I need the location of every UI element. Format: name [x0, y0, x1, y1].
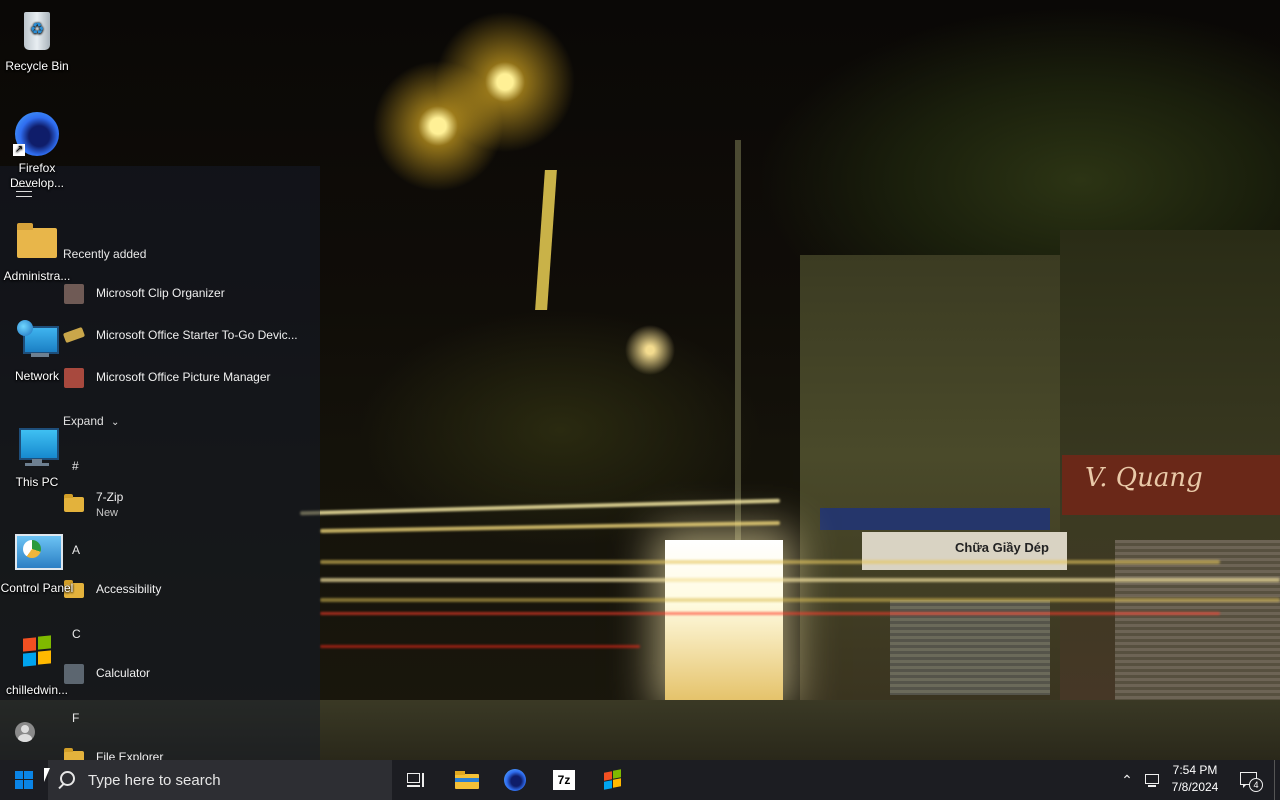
- light-trail: [300, 498, 780, 516]
- chevron-up-icon: ⌃: [1121, 771, 1133, 788]
- desktop-icon-label: chilledwin...: [5, 683, 69, 697]
- desktop-icon-this-pc[interactable]: This PC: [0, 424, 74, 490]
- start-item-label: Microsoft Office Picture Manager: [96, 370, 271, 384]
- firefox-developer-icon: ↗: [13, 110, 61, 158]
- network-tray-button[interactable]: [1140, 760, 1162, 800]
- file-explorer-icon: [455, 771, 479, 789]
- show-hidden-icons-button[interactable]: ⌃: [1116, 760, 1138, 800]
- shop-banner: [820, 508, 1050, 530]
- light-trail: [320, 578, 1280, 582]
- taskbar-clock[interactable]: 7:54 PM 7/8/2024: [1160, 762, 1230, 796]
- light-trail: [320, 560, 1220, 564]
- start-item-accessibility[interactable]: Accessibility: [60, 570, 310, 610]
- desktop-icon-label: This PC: [15, 475, 59, 489]
- light-trail: [320, 612, 1220, 615]
- task-view-button[interactable]: [396, 760, 436, 800]
- start-item-label: Microsoft Office Starter To-Go Devic...: [96, 328, 298, 342]
- light-trail: [320, 598, 1280, 602]
- 7zip-icon: 7z: [553, 770, 575, 790]
- folder-icon: [13, 218, 61, 266]
- recently-added-heading: Recently added: [63, 247, 147, 261]
- lit-kiosk: [665, 540, 783, 700]
- 7zip-taskbar-button[interactable]: 7z: [543, 760, 585, 800]
- section-letter[interactable]: F: [72, 711, 79, 725]
- search-placeholder[interactable]: Type here to search: [88, 772, 221, 789]
- shop-shutter: [1115, 540, 1280, 700]
- mouse-cursor-icon: [44, 768, 50, 782]
- start-button[interactable]: [0, 760, 48, 800]
- task-view-icon: [407, 773, 425, 787]
- desktop-icon-label: Firefox Develop...: [9, 161, 65, 190]
- shop-banner-text: Chữa Giầy Dép: [955, 540, 1049, 555]
- start-item-picture-manager[interactable]: Microsoft Office Picture Manager: [60, 358, 310, 398]
- start-item-7zip[interactable]: 7-Zip New: [60, 484, 310, 524]
- new-badge: New: [96, 507, 119, 519]
- desktop-icon-label: Administra...: [3, 269, 71, 283]
- network-tray-icon: [1143, 773, 1159, 787]
- desktop-icon-chilledwindows[interactable]: chilledwin...: [0, 632, 74, 698]
- file-explorer-taskbar-button[interactable]: [446, 760, 488, 800]
- network-icon: [13, 318, 61, 366]
- start-item-file-explorer[interactable]: File Explorer: [60, 738, 310, 760]
- windows-flag-icon: [602, 769, 624, 791]
- windows-logo-icon: [13, 632, 61, 680]
- start-item-label: 7-Zip: [96, 490, 124, 504]
- desktop-icon-network[interactable]: Network: [0, 318, 74, 384]
- clock-date: 7/8/2024: [1171, 780, 1219, 794]
- desktop-icon-label: Recycle Bin: [5, 59, 69, 73]
- clip-organizer-icon: [64, 284, 84, 304]
- shortcut-arrow-icon: ↗: [13, 144, 25, 156]
- start-item-label: Accessibility: [96, 582, 162, 596]
- street-lamp-pole: [535, 170, 557, 310]
- desktop-icon-control-panel[interactable]: Control Panel: [0, 530, 74, 596]
- action-center-button[interactable]: 4: [1234, 760, 1264, 800]
- start-item-office-starter[interactable]: Microsoft Office Starter To-Go Devic...: [60, 316, 310, 356]
- control-panel-icon: [13, 530, 63, 578]
- desktop-icon-label: Network: [14, 369, 59, 383]
- folder-icon: [64, 748, 84, 760]
- notification-icon: 4: [1240, 772, 1263, 792]
- chevron-down-icon: ⌄: [111, 417, 120, 428]
- shop-sign-text: V. Quang: [1085, 463, 1203, 493]
- windows-start-icon: [15, 771, 33, 789]
- desktop-icon-label: Control Panel: [0, 581, 74, 595]
- recycle-bin-icon: ♻: [13, 8, 61, 56]
- start-item-label: Calculator: [96, 666, 151, 680]
- firefox-taskbar-button[interactable]: [494, 760, 536, 800]
- windows-app-taskbar-button[interactable]: [592, 760, 634, 800]
- start-item-calculator[interactable]: Calculator: [60, 654, 310, 694]
- notification-count-badge: 4: [1249, 778, 1263, 792]
- desktop-icon-administrator[interactable]: Administra...: [0, 218, 74, 284]
- user-avatar-icon[interactable]: [15, 722, 35, 742]
- folder-icon: [64, 494, 84, 514]
- start-item-clip-organizer[interactable]: Microsoft Clip Organizer: [60, 274, 310, 314]
- clock-time: 7:54 PM: [1172, 763, 1218, 777]
- this-pc-icon: [13, 424, 61, 472]
- firefox-icon: [504, 769, 526, 791]
- light-trail: [320, 520, 780, 534]
- desktop-icon-recycle-bin[interactable]: ♻ Recycle Bin: [0, 8, 74, 74]
- start-item-label: File Explorer: [96, 750, 164, 760]
- start-item-label: Microsoft Clip Organizer: [96, 286, 225, 300]
- show-desktop-button[interactable]: [1274, 760, 1280, 800]
- light-trail: [320, 645, 640, 648]
- desktop-icon-firefox-developer[interactable]: ↗ Firefox Develop...: [0, 110, 74, 191]
